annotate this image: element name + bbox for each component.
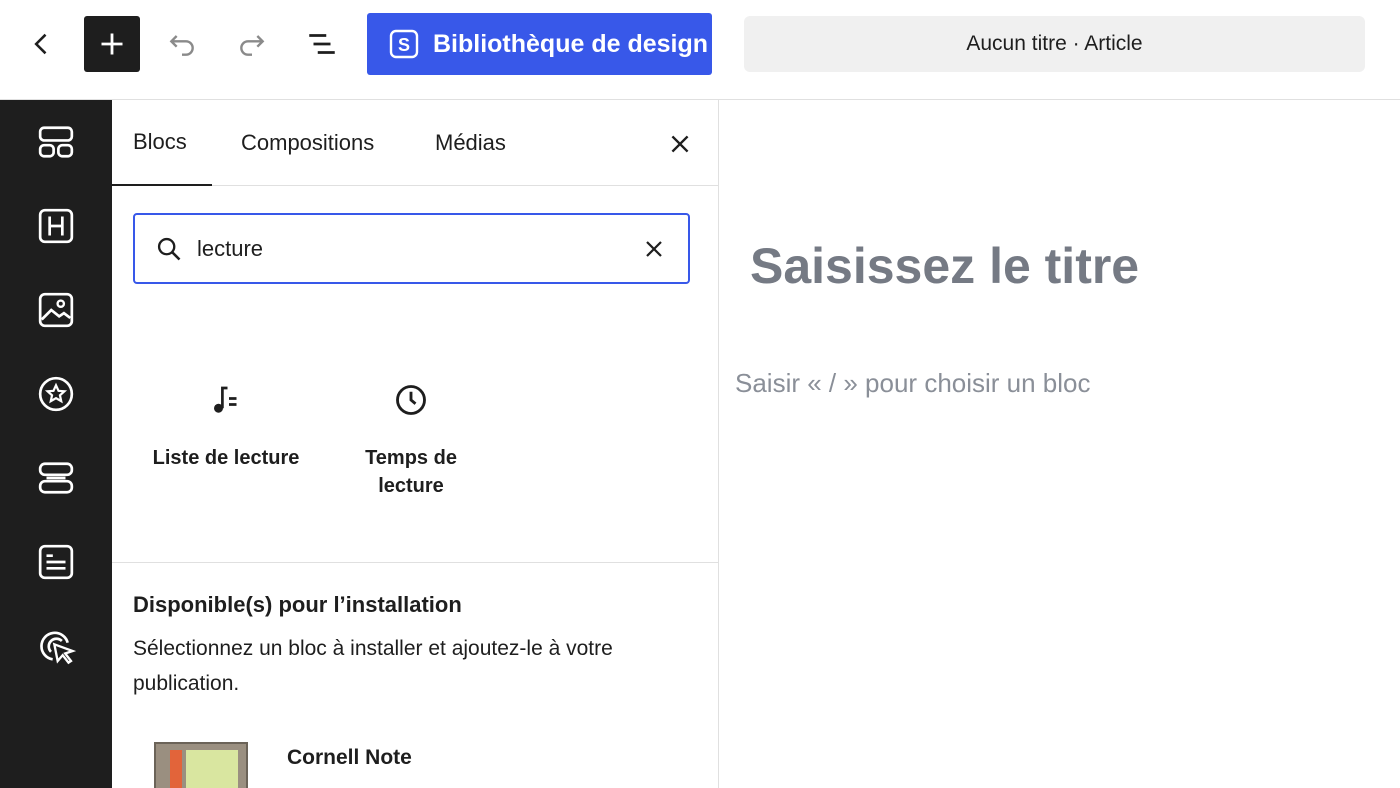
star-icon: [38, 376, 74, 412]
list-view-icon: [309, 34, 335, 54]
playlist-icon: [214, 386, 237, 413]
undo-icon: [169, 35, 194, 56]
rail-item-form[interactable]: [36, 542, 76, 582]
plus-icon: [101, 33, 123, 55]
available-section-description: Sélectionnez un bloc à installer et ajou…: [133, 637, 613, 695]
image-icon: [38, 292, 74, 328]
stack-icon: [38, 462, 74, 494]
post-title-input[interactable]: Saisissez le titre: [750, 237, 1139, 295]
block-result-reading-time[interactable]: Temps de lecture: [321, 376, 501, 500]
close-icon: [646, 241, 662, 257]
clear-search-button[interactable]: [638, 233, 670, 265]
block-result-playlist[interactable]: Liste de lecture: [136, 376, 316, 472]
design-library-label: Bibliothèque de design: [433, 29, 709, 58]
clock-icon: [396, 385, 426, 415]
close-icon: [671, 135, 689, 153]
available-section-title: Disponible(s) pour l’installation: [133, 592, 462, 617]
block-category-rail: [0, 100, 112, 788]
redo-button[interactable]: [224, 16, 280, 72]
rail-item-media[interactable]: [36, 290, 76, 330]
thumbnail-strip: [170, 750, 182, 788]
inserter-tabs: Blocs Compositions Médias: [112, 100, 718, 186]
rail-item-layout[interactable]: [36, 122, 76, 162]
search-icon: [157, 237, 181, 260]
add-block-button[interactable]: [84, 16, 140, 72]
tab-media[interactable]: Médias: [414, 100, 527, 186]
layout-icon: [38, 126, 74, 158]
block-inserter-panel: Blocs Compositions Médias Liste de lectu…: [112, 100, 719, 788]
tab-patterns[interactable]: Compositions: [220, 100, 395, 186]
thumbnail-paper: [186, 750, 238, 788]
chevron-left-icon: [34, 33, 47, 55]
undo-button[interactable]: [154, 16, 210, 72]
block-result-label: Liste de lecture: [152, 447, 300, 469]
tab-blocks[interactable]: Blocs: [112, 100, 212, 186]
back-button[interactable]: [14, 16, 70, 72]
design-library-logo-icon: S: [389, 29, 419, 59]
rail-item-heading[interactable]: [36, 206, 76, 246]
list-view-button[interactable]: [294, 16, 350, 72]
plugin-thumbnail[interactable]: [154, 742, 248, 788]
heading-icon: [38, 208, 74, 244]
search-input[interactable]: [197, 235, 617, 262]
design-library-button[interactable]: S Bibliothèque de design: [367, 13, 712, 75]
svg-text:S: S: [398, 35, 410, 55]
rail-item-stack[interactable]: [36, 458, 76, 498]
close-inserter-button[interactable]: [660, 124, 700, 164]
top-toolbar: S Bibliothèque de design Aucun titre · A…: [0, 0, 1400, 100]
default-block-appender[interactable]: Saisir « / » pour choisir un bloc: [735, 368, 1091, 399]
document-title: Aucun titre · Article: [966, 32, 1143, 55]
plugin-name[interactable]: Cornell Note: [287, 746, 412, 770]
block-search: [133, 213, 690, 284]
document-title-bar[interactable]: Aucun titre · Article: [744, 16, 1365, 72]
section-divider: [112, 562, 718, 563]
redo-icon: [240, 35, 265, 56]
form-icon: [38, 544, 74, 580]
click-icon: [40, 631, 76, 665]
block-result-label: Temps de lecture: [365, 447, 457, 497]
rail-item-interactive[interactable]: [36, 626, 76, 666]
rail-item-favorites[interactable]: [36, 374, 76, 414]
editor-canvas: Saisissez le titre Saisir « / » pour cho…: [719, 100, 1400, 788]
